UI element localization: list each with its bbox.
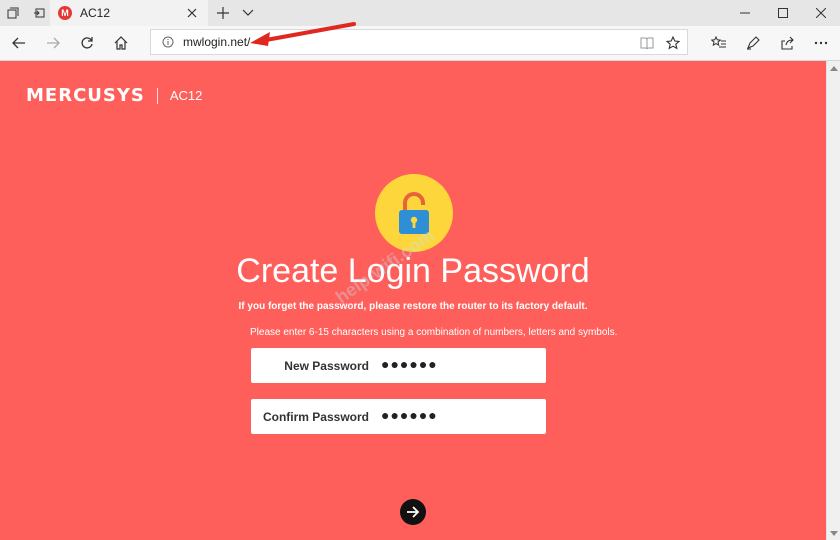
- next-button[interactable]: [400, 499, 426, 525]
- set-aside-tabs-icon[interactable]: [26, 0, 52, 26]
- confirm-password-label: Confirm Password: [262, 410, 369, 424]
- browser-tab[interactable]: M AC12: [50, 0, 208, 26]
- annotation-arrow: [250, 22, 356, 46]
- new-password-label: New Password: [284, 359, 369, 373]
- home-icon[interactable]: [108, 30, 134, 56]
- tab-title: AC12: [80, 6, 111, 20]
- new-password-input[interactable]: ●●●●●●: [381, 356, 438, 372]
- tab-view-icon[interactable]: [0, 0, 26, 26]
- back-icon[interactable]: [6, 30, 32, 56]
- confirm-password-input[interactable]: ●●●●●●: [381, 407, 438, 423]
- maximize-icon[interactable]: [764, 0, 802, 26]
- arrow-right-icon: [407, 506, 420, 518]
- brand-header: MERCUSYS AC12: [26, 85, 202, 106]
- confirm-password-field[interactable]: Confirm Password ●●●●●●: [251, 399, 546, 434]
- close-icon[interactable]: [182, 3, 202, 23]
- url-text[interactable]: mwlogin.net/: [183, 35, 250, 49]
- mercusys-favicon: M: [58, 6, 72, 20]
- more-icon[interactable]: [808, 30, 834, 56]
- navigation-bar: mwlogin.net/: [0, 26, 840, 60]
- pen-icon[interactable]: [740, 30, 766, 56]
- vertical-scrollbar[interactable]: [826, 61, 840, 540]
- browser-chrome: M AC12 mwlogin.net/: [0, 0, 840, 61]
- star-icon[interactable]: [663, 33, 683, 53]
- minimize-icon[interactable]: [726, 0, 764, 26]
- scroll-down-icon[interactable]: [829, 528, 839, 538]
- share-icon[interactable]: [774, 30, 800, 56]
- address-bar[interactable]: mwlogin.net/: [150, 29, 688, 55]
- refresh-icon[interactable]: [74, 30, 100, 56]
- reset-warning: If you forget the password, please resto…: [238, 301, 588, 312]
- new-password-field[interactable]: New Password ●●●●●●: [251, 348, 546, 383]
- brand-divider: [156, 87, 158, 104]
- router-setup-page: MERCUSYS AC12 Create Login Password If y…: [0, 61, 826, 540]
- mercusys-logo: MERCUSYS: [26, 85, 145, 106]
- forward-icon[interactable]: [40, 30, 66, 56]
- plus-icon[interactable]: [213, 3, 233, 23]
- close-window-icon[interactable]: [802, 0, 840, 26]
- favorites-icon[interactable]: [706, 30, 732, 56]
- reading-view-icon[interactable]: [637, 33, 657, 53]
- title-bar: M AC12: [0, 0, 840, 26]
- scroll-up-icon[interactable]: [829, 63, 839, 73]
- info-icon[interactable]: [161, 35, 175, 49]
- password-hint: Please enter 6-15 characters using a com…: [250, 327, 618, 338]
- model-label: AC12: [169, 88, 203, 103]
